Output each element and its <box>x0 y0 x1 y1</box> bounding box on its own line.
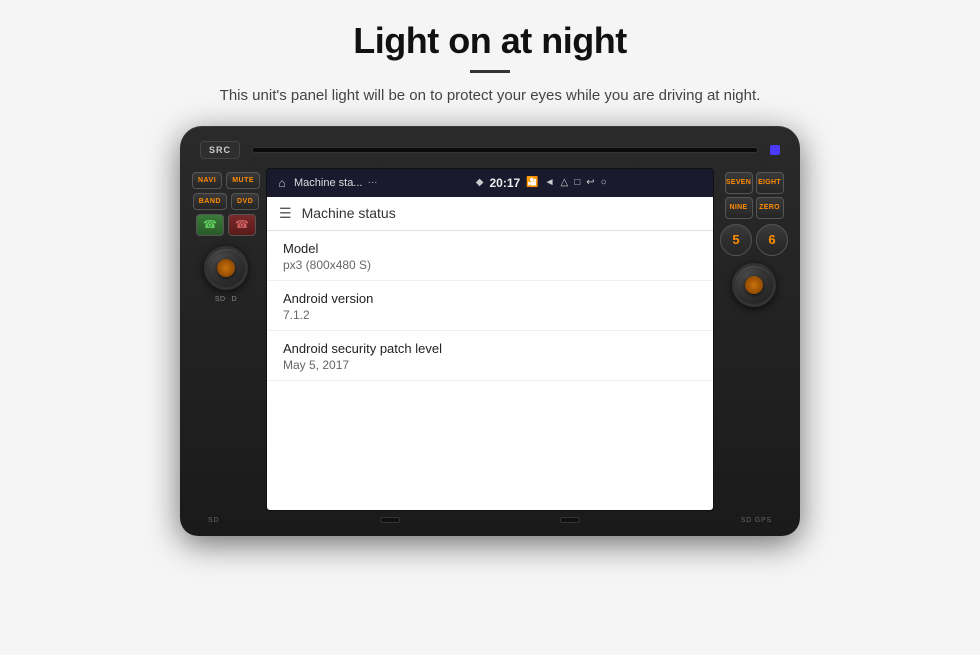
sd-row-left: SD D <box>215 294 237 303</box>
bottom-port-left <box>380 517 400 523</box>
right-knob[interactable] <box>732 263 776 307</box>
info-item-model: Model px3 (800x480 S) <box>267 231 713 281</box>
page-subtitle: This unit's panel light will be on to pr… <box>220 85 761 108</box>
app-header: ☰ Machine status <box>267 197 713 231</box>
indicator-light <box>770 145 780 155</box>
status-bar-left: ⌂ Machine sta... ··· <box>275 176 377 190</box>
eight-button[interactable]: EIGHT <box>756 172 784 194</box>
app-header-title: Machine status <box>302 205 396 221</box>
vol-icon: ◄ <box>545 177 555 188</box>
mute-button[interactable]: MUTE <box>226 172 260 189</box>
bottom-port-right <box>560 517 580 523</box>
navi-button[interactable]: NAVI <box>192 172 222 189</box>
sd-label-left: SD <box>215 296 226 303</box>
round-btn-row: 5 6 <box>720 224 788 256</box>
numpad-grid: SEVEN EIGHT NINE ZERO <box>725 172 784 219</box>
menu-icon[interactable]: ☰ <box>279 205 292 222</box>
camera-icon: 🎦 <box>526 177 538 188</box>
navi-mute-group: NAVI MUTE <box>192 172 260 189</box>
info-item-security-patch: Android security patch level May 5, 2017 <box>267 331 713 381</box>
right-panel: SEVEN EIGHT NINE ZERO 5 6 <box>720 168 788 511</box>
left-panel: NAVI MUTE BAND DVD ☎ ☎ SD D <box>192 168 260 511</box>
back-icon: ↩ <box>586 177 594 188</box>
status-bar: ⌂ Machine sta... ··· ◆ 20:17 🎦 ◄ △ □ ↩ ○ <box>267 169 713 197</box>
dvd-button[interactable]: DVD <box>231 193 259 210</box>
call-answer-button[interactable]: ☎ <box>196 214 224 236</box>
band-dvd-group: BAND DVD <box>193 193 260 210</box>
android-version-value: 7.1.2 <box>283 308 697 322</box>
app-content: ☰ Machine status Model px3 (800x480 S) A… <box>267 197 713 510</box>
android-version-label: Android version <box>283 291 697 306</box>
model-value: px3 (800x480 S) <box>283 258 697 272</box>
info-item-android-version: Android version 7.1.2 <box>267 281 713 331</box>
status-app-name: Machine sta... <box>294 177 362 189</box>
screen-icon: □ <box>574 177 580 188</box>
security-patch-value: May 5, 2017 <box>283 358 697 372</box>
call-end-button[interactable]: ☎ <box>228 214 256 236</box>
num-5-button[interactable]: 5 <box>720 224 752 256</box>
zero-button[interactable]: ZERO <box>756 197 784 219</box>
call-buttons-group: ☎ ☎ <box>196 214 256 236</box>
eject-icon: △ <box>561 177 569 188</box>
page-title: Light on at night <box>353 20 626 62</box>
seven-button[interactable]: SEVEN <box>725 172 753 194</box>
model-label: Model <box>283 241 697 256</box>
car-head-unit: SRC NAVI MUTE BAND DVD ☎ ☎ SD D <box>180 126 800 536</box>
right-knob-inner <box>745 276 763 294</box>
num-6-button[interactable]: 6 <box>756 224 788 256</box>
sd-gps-label: SD GPS <box>741 517 772 524</box>
left-knob-inner <box>217 259 235 277</box>
status-dots: ··· <box>367 177 377 188</box>
nine-button[interactable]: NINE <box>725 197 753 219</box>
bottom-bar: SD SD GPS <box>192 513 788 528</box>
sd-left-label: SD <box>208 517 219 524</box>
top-bar: SRC <box>192 136 788 164</box>
d-label-left: D <box>232 296 238 303</box>
left-knob[interactable] <box>204 246 248 290</box>
status-time: 20:17 <box>489 176 520 190</box>
cd-slot <box>252 147 758 153</box>
middle-section: NAVI MUTE BAND DVD ☎ ☎ SD D <box>192 168 788 511</box>
nav-icon: ◆ <box>476 177 484 188</box>
security-patch-label: Android security patch level <box>283 341 697 356</box>
src-button[interactable]: SRC <box>200 141 240 159</box>
android-screen: ⌂ Machine sta... ··· ◆ 20:17 🎦 ◄ △ □ ↩ ○ <box>266 168 714 511</box>
band-button[interactable]: BAND <box>193 193 227 210</box>
status-bar-center: ◆ 20:17 🎦 ◄ △ □ ↩ ○ <box>476 176 607 190</box>
title-divider <box>470 70 510 73</box>
home-icon[interactable]: ⌂ <box>275 176 289 190</box>
home2-icon: ○ <box>601 177 607 188</box>
